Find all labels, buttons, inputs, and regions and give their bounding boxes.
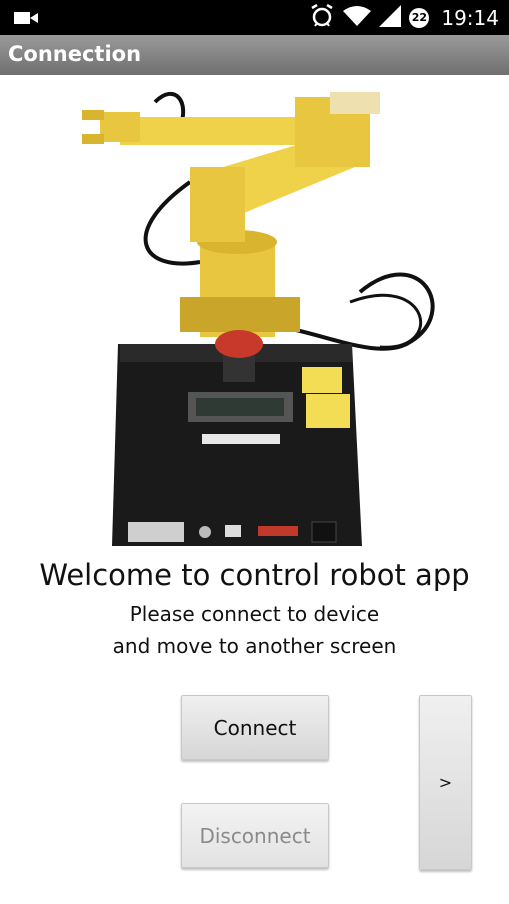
welcome-heading: Welcome to control robot app bbox=[39, 558, 470, 592]
wifi-icon bbox=[343, 5, 372, 31]
status-time: 19:14 bbox=[441, 5, 499, 30]
page-title: Connection bbox=[8, 42, 142, 66]
title-bar: Connection bbox=[0, 35, 509, 75]
status-bar: 22 19:14 bbox=[0, 0, 509, 35]
video-camera-icon bbox=[14, 10, 40, 30]
instruction-line-1: Please connect to device bbox=[129, 602, 380, 626]
notification-badge: 22 bbox=[409, 7, 430, 28]
signal-icon bbox=[379, 4, 402, 31]
robot-arm-photo bbox=[82, 92, 435, 546]
disconnect-button[interactable]: Disconnect bbox=[181, 803, 329, 868]
instruction-line-2: and move to another screen bbox=[112, 634, 397, 658]
connect-button[interactable]: Connect bbox=[181, 695, 329, 760]
next-screen-button[interactable]: > bbox=[419, 695, 472, 870]
alarm-icon bbox=[309, 3, 335, 32]
